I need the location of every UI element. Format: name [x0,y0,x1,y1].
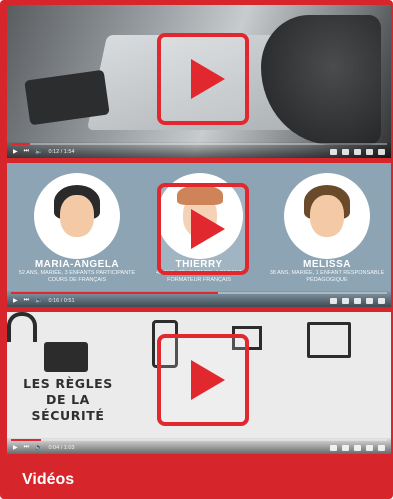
person-name: MARIA-ANGELA [34,259,120,270]
play-button[interactable] [157,33,249,125]
avatar [284,173,370,259]
skip-next-icon[interactable]: ⏭ [24,444,29,451]
play-icon[interactable]: ▶ [13,444,18,451]
captions-icon[interactable] [330,149,337,155]
time-display: 0:04 / 1:03 [48,444,75,451]
player-controls: ▶ ⏭ 🔈 0:04 / 1:03 [7,438,391,454]
gear-icon[interactable] [342,445,349,451]
player-controls: ▶ ⏭ 🔈 0:16 / 0:51 [7,291,391,307]
person-name: MELISSA [303,259,351,270]
captions-icon[interactable] [330,445,337,451]
volume-icon[interactable]: 🔈 [35,444,42,451]
miniplayer-icon[interactable] [354,298,361,304]
play-icon[interactable]: ▶ [13,297,18,304]
fullscreen-icon[interactable] [378,149,385,155]
play-icon [191,209,225,249]
miniplayer-icon[interactable] [354,445,361,451]
fullscreen-icon[interactable] [378,298,385,304]
person-label: MARIA-ANGELA 52 ans, mariée, 3 enfants p… [17,259,137,284]
time-display: 0:12 / 1:54 [48,148,75,155]
person-desc: 38 ans, mariée, 1 enfant responsable péd… [269,270,385,283]
theater-icon[interactable] [366,298,373,304]
miniplayer-icon[interactable] [354,149,361,155]
progress-bar[interactable] [11,439,387,441]
section-title: Vidéos [22,471,75,488]
captions-icon[interactable] [330,298,337,304]
play-icon [191,360,225,400]
gear-icon[interactable] [342,149,349,155]
person-desc: 52 ans, mariée, 3 enfants participante c… [18,270,136,283]
gear-icon[interactable] [342,298,349,304]
time-display: 0:16 / 0:51 [48,297,75,304]
avatar [34,173,120,259]
lock-icon [7,312,37,342]
play-icon [191,59,225,99]
play-icon[interactable]: ▶ [13,148,18,155]
videos-card: ▶ ⏭ 🔈 0:12 / 1:54 MARIA-ANGELA 52 ans, m… [0,0,393,499]
progress-bar[interactable] [11,143,387,145]
skip-next-icon[interactable]: ⏭ [24,148,29,155]
progress-fill [11,439,42,441]
slide-line: LES RÈGLES [23,376,113,391]
theater-icon[interactable] [366,149,373,155]
volume-icon[interactable]: 🔈 [35,148,42,155]
video-player-3[interactable]: LES RÈGLES DE LA SÉCURITÉ ▶ ⏭ 🔈 0:04 / 1… [7,312,391,454]
classroom-icon [307,322,351,358]
fullscreen-icon[interactable] [378,445,385,451]
lock-icon [44,342,88,372]
video-player-2[interactable]: MARIA-ANGELA 52 ans, mariée, 3 enfants p… [7,163,391,307]
progress-fill [11,143,30,145]
slide-line: DE LA [46,392,90,407]
play-button[interactable] [157,183,249,275]
skip-next-icon[interactable]: ⏭ [24,297,29,304]
play-button[interactable] [157,334,249,426]
slide-line: SÉCURITÉ [31,408,105,423]
progress-fill [11,292,218,294]
slide-text: LES RÈGLES DE LA SÉCURITÉ [13,376,123,424]
player-controls: ▶ ⏭ 🔈 0:12 / 1:54 [7,142,391,158]
theater-icon[interactable] [366,445,373,451]
progress-bar[interactable] [11,292,387,294]
person-label: MELISSA 38 ans, mariée, 1 enfant respons… [267,259,387,284]
video-player-1[interactable]: ▶ ⏭ 🔈 0:12 / 1:54 [7,5,391,158]
volume-icon[interactable]: 🔈 [35,297,42,304]
